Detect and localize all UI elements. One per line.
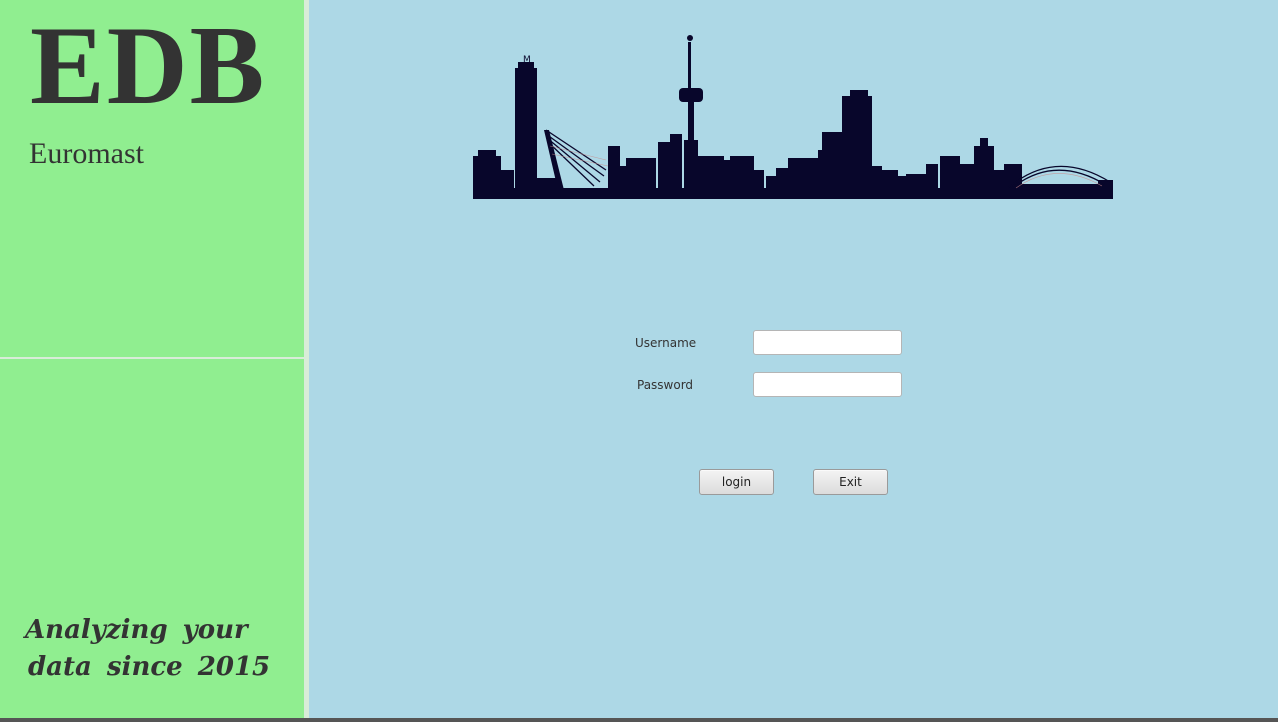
exit-button[interactable]: Exit bbox=[813, 469, 888, 495]
username-input[interactable] bbox=[753, 330, 902, 355]
brand-title: EDB bbox=[30, 4, 267, 128]
tagline-line-2: data since 2015 bbox=[28, 652, 271, 682]
sidebar-divider bbox=[0, 357, 304, 359]
tagline: Analyzing your data since 2015 bbox=[25, 612, 295, 686]
login-button[interactable]: login bbox=[699, 469, 774, 495]
panel-divider bbox=[304, 0, 309, 718]
username-label: Username bbox=[635, 336, 697, 350]
brand-subtitle: Euromast bbox=[29, 137, 144, 170]
skyline-marker: M bbox=[523, 55, 531, 65]
password-input[interactable] bbox=[753, 372, 902, 397]
rotterdam-skyline-icon: M bbox=[473, 35, 1113, 199]
password-label: Password bbox=[637, 378, 694, 392]
bottom-bar bbox=[0, 718, 1278, 722]
sidebar: EDB Euromast Analyzing your data since 2… bbox=[0, 0, 304, 718]
tagline-line-1: Analyzing your bbox=[25, 615, 248, 645]
